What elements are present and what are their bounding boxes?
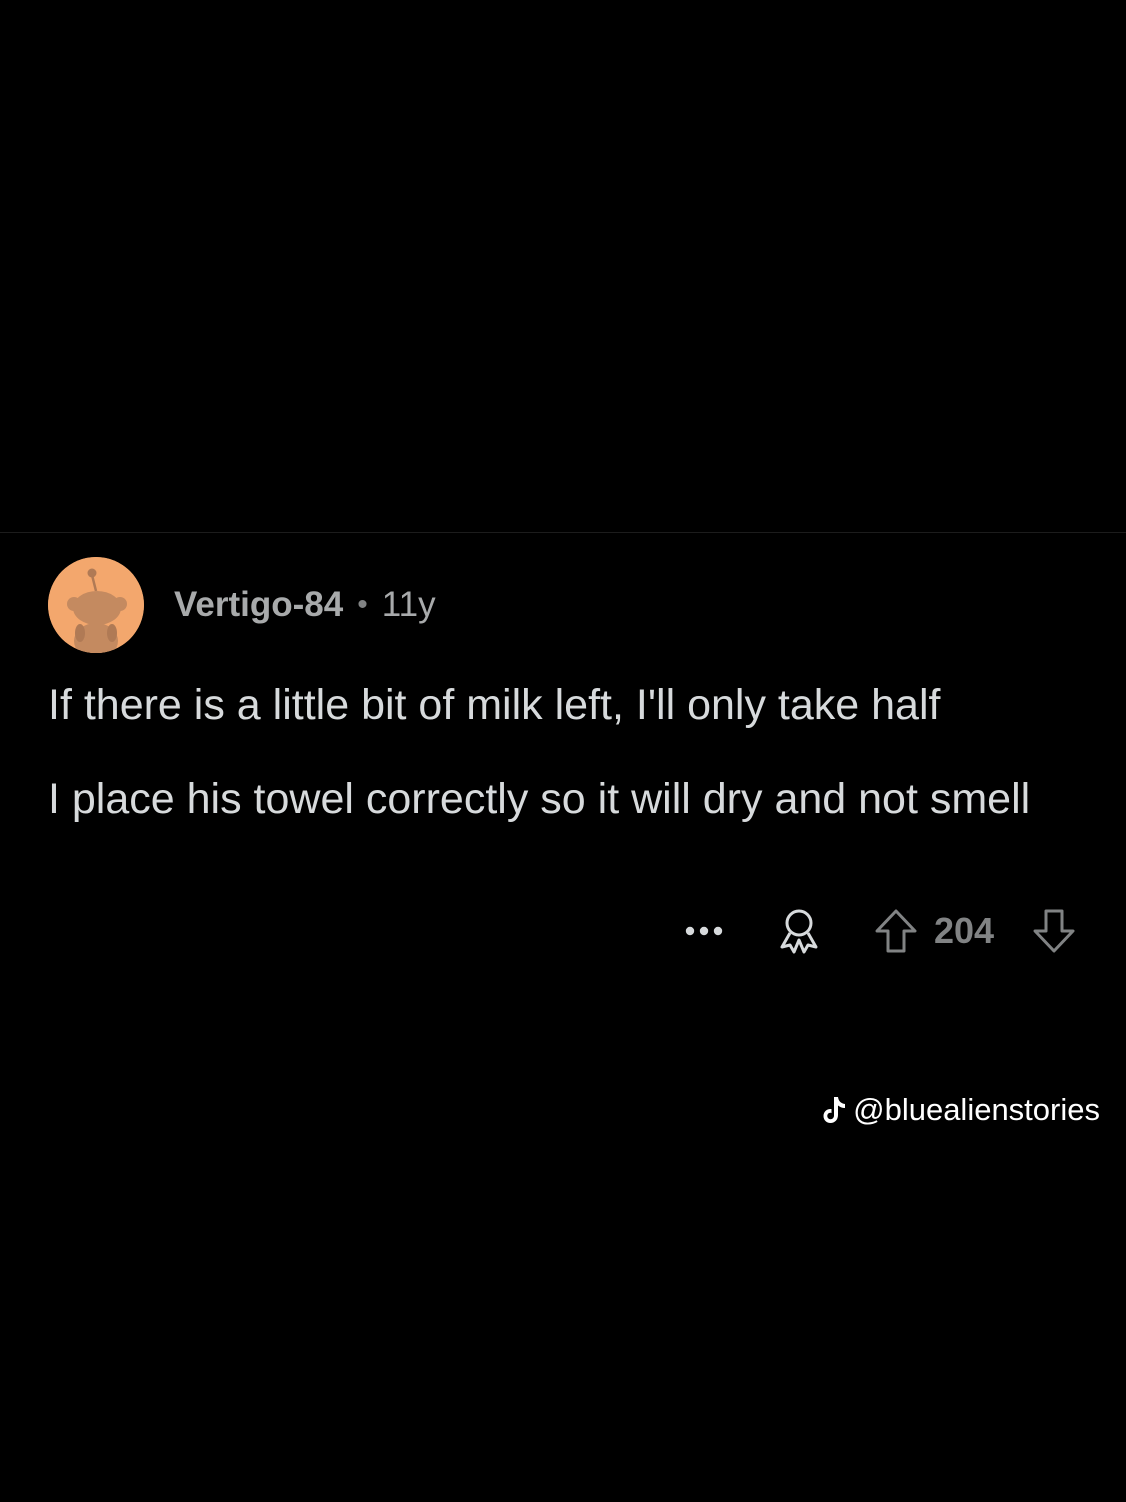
award-button[interactable]: [776, 907, 822, 955]
comment-meta: Vertigo-84 • 11y: [174, 585, 436, 625]
comment-age: 11y: [381, 585, 436, 624]
vote-score: 204: [934, 910, 995, 951]
more-options-icon: [685, 926, 723, 936]
upvote-button[interactable]: [872, 907, 920, 955]
watermark-handle: @bluealienstories: [853, 1092, 1100, 1127]
comment-header: Vertigo-84 • 11y: [48, 557, 436, 653]
avatar[interactable]: [48, 557, 144, 653]
tiktok-icon: [821, 1095, 847, 1125]
top-divider: [0, 532, 1126, 533]
comment-paragraph: If there is a little bit of milk left, I…: [48, 681, 941, 729]
username[interactable]: Vertigo-84: [174, 585, 343, 625]
comment-actions: 204: [0, 905, 1126, 957]
comment-paragraph: I place his towel correctly so it will d…: [48, 775, 1031, 823]
upvote-arrow-icon: [875, 909, 917, 953]
award-icon: [780, 909, 818, 954]
comment-body: If there is a little bit of milk left, I…: [48, 679, 1078, 867]
snoo-icon: [48, 557, 144, 653]
downvote-button[interactable]: [1030, 907, 1078, 955]
meta-separator: •: [357, 588, 368, 621]
watermark: @bluealienstories: [821, 1092, 1100, 1128]
downvote-arrow-icon: [1033, 909, 1075, 953]
more-options-button[interactable]: [682, 911, 726, 951]
